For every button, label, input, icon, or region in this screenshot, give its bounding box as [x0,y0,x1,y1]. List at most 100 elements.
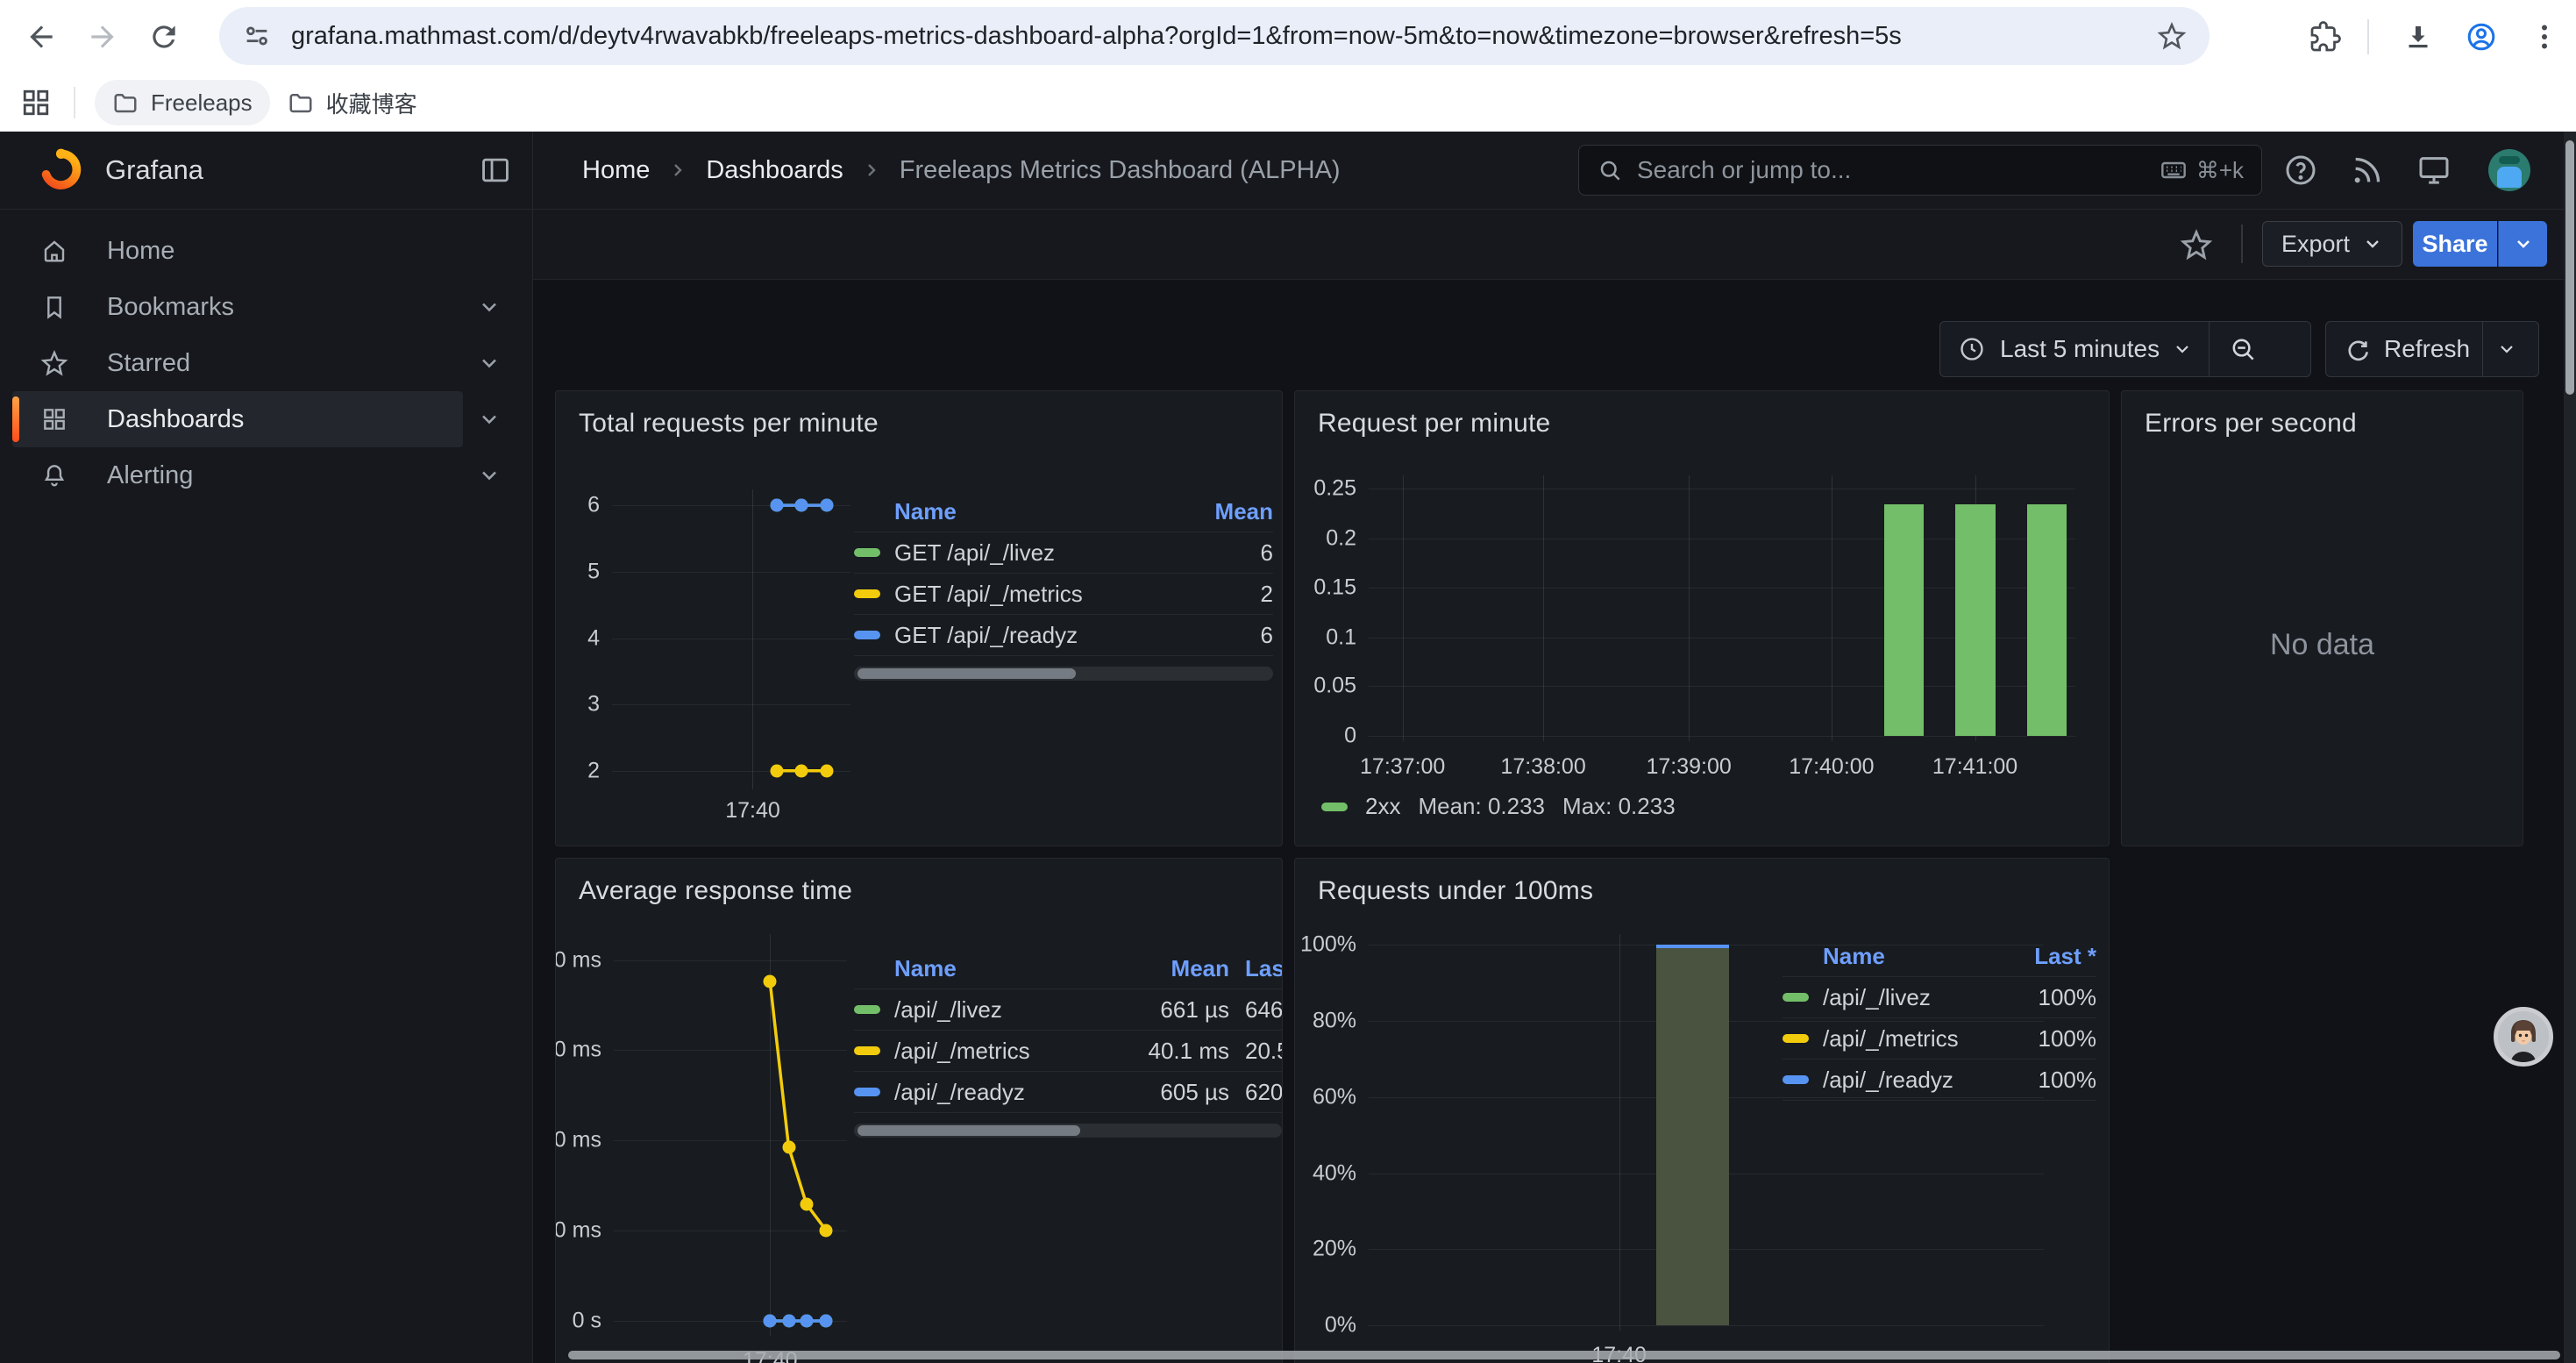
export-button[interactable]: Export [2262,221,2402,267]
floating-assistant-avatar[interactable] [2494,1007,2553,1067]
legend-scrollbar-thumb[interactable] [857,668,1076,679]
legend-cell: 100% [2000,1067,2096,1094]
legend-row[interactable]: /api/_/livez100% [1783,977,2096,1018]
sidebar-item-bookmarks[interactable]: Bookmarks [12,279,463,335]
legend-row[interactable]: GET /api/_/metrics2 [854,574,1273,615]
area-data-region [1656,945,1729,1325]
legend-scrollbar-thumb[interactable] [857,1125,1080,1136]
panel-total-requests-per-minute: Total requests per minute 65432 17:40 Na… [555,390,1283,846]
x-tick-label: 17:38:00 [1500,754,1585,780]
sidebar-toggle-icon[interactable] [479,153,512,187]
legend-mean: Mean: 0.233 [1418,793,1545,820]
legend-row[interactable]: /api/_/readyz100% [1783,1060,2096,1101]
chevron-down-icon[interactable] [477,407,502,432]
refresh-button[interactable]: Refresh [2325,321,2539,377]
y-axis-labels: 65432 [556,489,600,789]
bookmarks-divider [74,87,75,118]
legend-cell: /api/_/metrics [894,1038,1124,1065]
legend-column-header[interactable]: Name [1823,943,2000,970]
browser-menu-icon[interactable] [2529,21,2560,53]
panel-request-per-minute: Request per minute 0.250.20.150.10.050 1… [1294,390,2110,846]
legend-swatch [854,1088,894,1096]
search-input[interactable]: Search or jump to... ⌘+k [1578,145,2262,196]
downloads-icon[interactable] [2402,21,2434,53]
time-range-picker[interactable]: Last 5 minutes [1939,321,2311,377]
bookmark-folder-freeleaps[interactable]: Freeleaps [95,80,270,125]
address-bar[interactable]: grafana.mathmast.com/d/deytv4rwavabkb/fr… [219,7,2210,65]
panel-title[interactable]: Average response time [556,859,1282,906]
search-shortcut-hint: ⌘+k [2160,156,2244,184]
profile-icon[interactable] [2466,21,2497,53]
legend-cell: /api/_/livez [894,996,1124,1024]
y-tick-label: 0.25 [1313,475,1356,501]
sidebar-item-dashboards[interactable]: Dashboards [12,391,463,447]
legend-scrollbar[interactable] [854,1124,1282,1138]
search-placeholder: Search or jump to... [1637,156,2145,184]
legend-row[interactable]: /api/_/livez661 µs646 µs [854,989,1282,1031]
x-tick-label: 17:37:00 [1360,754,1445,780]
export-label: Export [2281,231,2350,258]
y-tick-label: 40 ms [555,1127,601,1152]
sidebar-item-alerting[interactable]: Alerting [12,447,463,503]
legend-column-header[interactable]: Mean [1124,955,1229,982]
bookmark-star-icon[interactable] [2157,21,2187,51]
breadcrumb-dashboards[interactable]: Dashboards [706,156,843,185]
sidebar-item-home[interactable]: Home [12,223,463,279]
sidebar-item-starred[interactable]: Starred [12,335,463,391]
legend-column-header[interactable]: Last * [1229,955,1282,982]
y-tick-label: 0.1 [1326,624,1356,650]
legend-column-header[interactable]: Name [894,955,1124,982]
favorite-star-icon[interactable] [2180,228,2213,261]
line-data-point [795,764,808,777]
line-data-point [800,1197,813,1210]
chevron-down-icon[interactable] [477,295,502,319]
legend-column-header[interactable]: Mean [1185,498,1273,525]
legend-swatch [1783,1034,1823,1043]
legend-cell: 100% [2000,984,2096,1011]
display-icon[interactable] [2416,153,2451,188]
y-axis-labels: 100%80%60%40%20%0% [1295,934,1356,1331]
horizontal-scrollbar-thumb[interactable] [568,1351,2560,1359]
panel-title[interactable]: Requests under 100ms [1295,859,2109,906]
line-data-point [764,1315,777,1328]
vertical-scrollbar[interactable] [2564,132,2576,1363]
back-icon[interactable] [25,20,58,54]
site-settings-icon[interactable] [242,21,272,51]
apps-grid-icon[interactable] [21,88,51,118]
legend-column-header[interactable]: Last * [2000,943,2096,970]
toolbar-divider [2367,19,2369,54]
y-tick-label: 4 [587,625,600,651]
legend-row[interactable]: GET /api/_/livez6 [854,532,1273,574]
legend-row[interactable]: GET /api/_/readyz6 [854,615,1273,656]
panel-title[interactable]: Total requests per minute [556,391,1282,439]
legend-row[interactable]: /api/_/metrics40.1 ms20.5 ms [854,1031,1282,1072]
legend-scrollbar[interactable] [854,667,1273,681]
forward-icon[interactable] [86,20,119,54]
browser-toolbar: grafana.mathmast.com/d/deytv4rwavabkb/fr… [0,0,2576,75]
grafana-logo[interactable] [37,147,82,193]
help-icon[interactable] [2283,153,2318,188]
vertical-scrollbar-thumb[interactable] [2565,140,2574,395]
extensions-icon[interactable] [2309,21,2341,53]
legend-column-header[interactable]: Name [894,498,1185,525]
reload-icon[interactable] [147,20,181,54]
chevron-down-icon[interactable] [477,463,502,488]
line-data-point [764,975,777,988]
chevron-down-icon[interactable] [477,351,502,375]
share-menu-button[interactable] [2498,221,2547,267]
zoom-out-icon[interactable] [2210,322,2276,376]
news-rss-icon[interactable] [2350,153,2385,188]
refresh-interval-caret[interactable] [2483,322,2530,376]
line-data-point [795,499,808,512]
legend-row[interactable]: /api/_/metrics100% [1783,1018,2096,1060]
breadcrumb-home[interactable]: Home [582,156,650,185]
panel-title[interactable]: Request per minute [1295,391,2109,439]
legend-swatch [854,589,894,598]
bar-data-point [2027,504,2067,736]
user-avatar[interactable] [2488,149,2530,191]
legend-row[interactable]: /api/_/readyz605 µs620 µs [854,1072,1282,1113]
bookmark-folder-blogs[interactable]: 收藏博客 [270,80,435,125]
legend-inline[interactable]: 2xx Mean: 0.233 Max: 0.233 [1321,793,1676,820]
share-button[interactable]: Share [2413,221,2497,267]
legend-header-row: NameLast * [1783,936,2096,977]
